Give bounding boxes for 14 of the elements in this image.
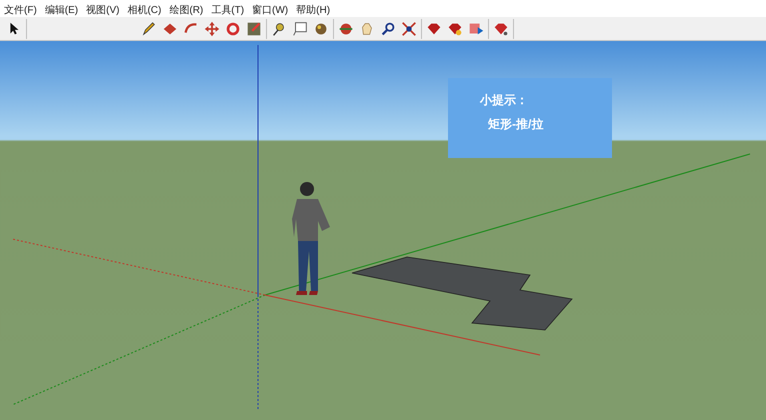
move-icon[interactable] <box>203 20 221 38</box>
menu-item[interactable]: 绘图(R) <box>165 4 208 17</box>
text-label-icon[interactable] <box>291 20 309 38</box>
menu-item[interactable]: 视图(V) <box>82 4 124 17</box>
menu-item[interactable]: 窗口(W) <box>248 4 292 17</box>
menu-item[interactable]: 相机(C) <box>123 4 166 17</box>
zoom-extents-icon[interactable] <box>400 20 418 38</box>
menu-item[interactable]: 工具(T) <box>207 4 248 17</box>
tip-title: 小提示： <box>480 92 529 109</box>
menu-item[interactable]: 文件(F) <box>0 4 41 17</box>
search-icon[interactable] <box>379 20 397 38</box>
menu-item[interactable]: 帮助(H) <box>292 4 334 17</box>
menu-item[interactable]: 编辑(E) <box>40 4 82 17</box>
tip-text: 矩形-推/拉 <box>487 116 544 133</box>
